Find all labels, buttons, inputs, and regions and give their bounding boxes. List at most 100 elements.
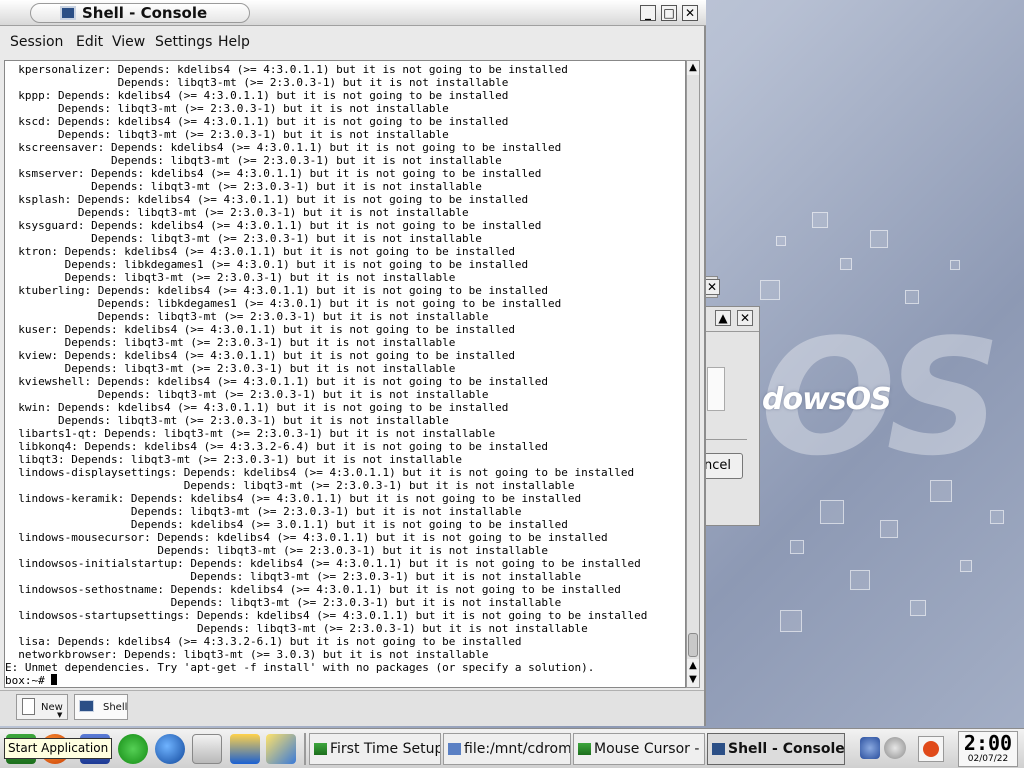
- bg-square: [780, 610, 802, 632]
- terminal-line: Depends: libqt3-mt (>= 2:3.0.3-1) but it…: [5, 479, 575, 492]
- terminal-line: networkbrowser: Depends: libqt3-mt (>= 3…: [5, 648, 489, 661]
- terminal-line: Depends: libkdegames1 (>= 4:3.0.1) but i…: [5, 297, 562, 310]
- scrollbar-thumb[interactable]: [688, 633, 698, 657]
- terminal-line: Depends: libqt3-mt (>= 2:3.0.3-1) but it…: [5, 544, 549, 557]
- clock-time: 2:00: [963, 731, 1013, 755]
- terminal-prompt-line[interactable]: box:~#: [5, 674, 685, 687]
- shade-icon[interactable]: ▲: [715, 310, 731, 326]
- panel-separator: [304, 733, 306, 765]
- menu-session[interactable]: Session: [10, 34, 63, 50]
- terminal-line: kuser: Depends: kdelibs4 (>= 4:3.0.1.1) …: [5, 323, 515, 336]
- settings-icon[interactable]: [884, 737, 906, 759]
- start-application-tooltip: Start Application: [4, 738, 113, 759]
- terminal-line: lindowsos-startupsettings: Depends: kdel…: [5, 609, 648, 622]
- terminal-line: lindowsos-initialstartup: Depends: kdeli…: [5, 557, 641, 570]
- terminal-icon: [712, 743, 725, 755]
- cancel-button[interactable]: ncel: [703, 453, 743, 479]
- terminal-line: kppp: Depends: kdelibs4 (>= 4:3.0.1.1) b…: [5, 89, 509, 102]
- terminal-line: kwin: Depends: kdelibs4 (>= 4:3.0.1.1) b…: [5, 401, 509, 414]
- bg-square: [820, 500, 844, 524]
- kde-panel: Start Application First Time Setup file:…: [0, 728, 1024, 768]
- bg-square: [776, 236, 786, 246]
- close-icon[interactable]: ✕: [704, 279, 720, 295]
- bg-square: [812, 212, 828, 228]
- scroll-down-icon[interactable]: ▼: [687, 673, 699, 687]
- chevron-down-icon[interactable]: ▼: [57, 711, 62, 719]
- tab-shell[interactable]: Shell: [74, 694, 128, 720]
- terminal-line: ktron: Depends: kdelibs4 (>= 4:3.0.1.1) …: [5, 245, 515, 258]
- terminal-line: Depends: libqt3-mt (>= 2:3.0.3-1) but it…: [5, 128, 449, 141]
- terminal-prompt: box:~#: [5, 674, 52, 687]
- terminal-icon: [79, 700, 94, 712]
- bg-square: [905, 290, 919, 304]
- click-n-run-icon[interactable]: [118, 734, 148, 764]
- power-icon: [923, 741, 939, 757]
- menu-settings[interactable]: Settings: [155, 34, 212, 50]
- terminal-line: Depends: libqt3-mt (>= 2:3.0.3-1) but it…: [5, 180, 482, 193]
- task-label: First Time Setup: [330, 741, 441, 757]
- divider: [705, 439, 747, 440]
- terminal-line: Depends: libqt3-mt (>= 2:3.0.3-1) but it…: [5, 388, 489, 401]
- terminal-line: libarts1-qt: Depends: libqt3-mt (>= 2:3.…: [5, 427, 496, 440]
- background-dialog[interactable]: ▲ ✕ ncel: [703, 306, 760, 526]
- window-titlebar[interactable]: Shell - Console _ □ ✕: [0, 0, 706, 26]
- scroll-up-small-icon[interactable]: ▲: [687, 659, 699, 673]
- desktop-logo-text: dowsOS: [762, 382, 892, 417]
- bg-square: [790, 540, 804, 554]
- panel-clock[interactable]: 2:00 02/07/22: [958, 731, 1018, 767]
- terminal-icon[interactable]: [60, 6, 76, 20]
- terminal-line: Depends: libqt3-mt (>= 2:3.0.3-1) but it…: [5, 232, 482, 245]
- close-button[interactable]: ✕: [682, 5, 698, 21]
- close-icon[interactable]: ✕: [737, 310, 753, 326]
- console-window[interactable]: Shell - Console _ □ ✕ Session Edit View …: [0, 0, 706, 726]
- text-cursor: [51, 674, 58, 685]
- volume-icon[interactable]: [860, 737, 880, 759]
- terminal-scrollbar[interactable]: ▲ ▲ ▼: [686, 60, 700, 688]
- task-file-manager[interactable]: file:/mnt/cdrom1: [443, 733, 571, 765]
- terminal-line: Depends: libqt3-mt (>= 2:3.0.3-1) but it…: [5, 570, 582, 583]
- edit-icon[interactable]: [266, 734, 296, 764]
- terminal-line: Depends: libkdegames1 (>= 4:3.0.1) but i…: [5, 258, 529, 271]
- terminal-line: Depends: libqt3-mt (>= 2:3.0.3-1) but it…: [5, 76, 509, 89]
- terminal-line: Depends: libqt3-mt (>= 2:3.0.3-1) but it…: [5, 622, 588, 635]
- bg-square: [880, 520, 898, 538]
- menu-help[interactable]: Help: [218, 34, 250, 50]
- file-manager-icon[interactable]: [192, 734, 222, 764]
- terminal-line: Depends: libqt3-mt (>= 2:3.0.3-1) but it…: [5, 154, 502, 167]
- bg-square: [870, 230, 888, 248]
- task-shell-console[interactable]: Shell - Console: [707, 733, 845, 765]
- web-browser-icon[interactable]: [155, 734, 185, 764]
- bg-square: [840, 258, 852, 270]
- terminal-output[interactable]: kpersonalizer: Depends: kdelibs4 (>= 4:3…: [4, 60, 686, 688]
- task-mouse-cursor[interactable]: Mouse Cursor -: [573, 733, 705, 765]
- new-session-button[interactable]: New ▼: [16, 694, 68, 720]
- terminal-line: Depends: libqt3-mt (>= 2:3.0.3-1) but it…: [5, 505, 522, 518]
- terminal-line: ktuberling: Depends: kdelibs4 (>= 4:3.0.…: [5, 284, 549, 297]
- task-label: Shell - Console: [728, 741, 845, 757]
- task-label: file:/mnt/cdrom1: [464, 741, 571, 757]
- terminal-line: kscreensaver: Depends: kdelibs4 (>= 4:3.…: [5, 141, 562, 154]
- terminal-line: kview: Depends: kdelibs4 (>= 4:3.0.1.1) …: [5, 349, 515, 362]
- maximize-button[interactable]: □: [661, 5, 677, 21]
- terminal-line: Depends: kdelibs4 (>= 3.0.1.1) but it is…: [5, 518, 568, 531]
- terminal-line: Depends: libqt3-mt (>= 2:3.0.3-1) but it…: [5, 362, 456, 375]
- task-label: Mouse Cursor -: [594, 741, 700, 757]
- menubar: Session Edit View Settings Help: [0, 27, 704, 57]
- terminal-line: kpersonalizer: Depends: kdelibs4 (>= 4:3…: [5, 63, 568, 76]
- runner-icon[interactable]: [230, 734, 260, 764]
- power-button[interactable]: [918, 736, 944, 762]
- bg-square: [950, 260, 960, 270]
- scroll-up-icon[interactable]: ▲: [687, 61, 699, 75]
- terminal-line: lisa: Depends: kdelibs4 (>= 4:3.3.2-6.1)…: [5, 635, 522, 648]
- terminal-line: Depends: libqt3-mt (>= 2:3.0.3-1) but it…: [5, 271, 456, 284]
- terminal-line: ksplash: Depends: kdelibs4 (>= 4:3.0.1.1…: [5, 193, 529, 206]
- bg-square: [990, 510, 1004, 524]
- minimize-button[interactable]: _: [640, 5, 656, 21]
- task-first-time-setup[interactable]: First Time Setup: [309, 733, 441, 765]
- terminal-line: kscd: Depends: kdelibs4 (>= 4:3.0.1.1) b…: [5, 115, 509, 128]
- terminal-line: libqt3: Depends: libqt3-mt (>= 2:3.0.3-1…: [5, 453, 462, 466]
- background-window-fragment[interactable]: ✕: [704, 276, 720, 298]
- menu-view[interactable]: View: [112, 34, 145, 50]
- menu-edit[interactable]: Edit: [76, 34, 103, 50]
- bg-square: [760, 280, 780, 300]
